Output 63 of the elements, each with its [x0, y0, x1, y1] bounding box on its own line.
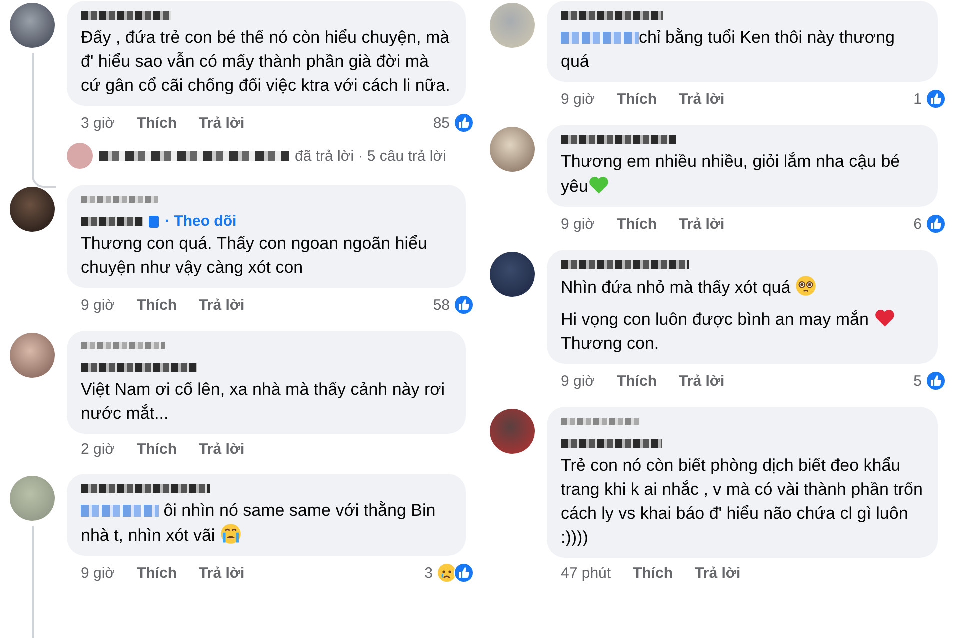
avatar[interactable] — [10, 187, 55, 232]
comment-text: Việt Nam ơi cố lên, xa nhà mà thấy cảnh này rơi nước mắt... — [81, 380, 446, 423]
follow-link[interactable]: · Theo dõi — [165, 213, 237, 230]
like-link[interactable]: Thích — [617, 90, 658, 108]
comment-time[interactable]: 9 giờ — [561, 90, 596, 108]
reply-link[interactable]: Trả lời — [679, 372, 725, 390]
reply-link[interactable]: Trả lời — [679, 216, 725, 232]
comment-text: Đấy , đứa trẻ con bé thế nó còn hiểu chuyện, mà đ' hiểu sao vẫn có mấy thành phần già đời mà cứ gân cổ cãi chống đối việc ktra với cách li nữa. — [81, 28, 450, 95]
avatar[interactable] — [10, 3, 55, 48]
reply-link[interactable]: Trả lời — [199, 296, 245, 314]
comment-time[interactable]: 9 giờ — [561, 372, 596, 390]
blurred-name[interactable] — [99, 151, 289, 161]
comment-time[interactable]: 3 giờ — [81, 114, 116, 132]
comment-text: Thương con quá. Thấy con ngoan ngoãn hiểu chuyện như vậy càng xót con — [81, 234, 428, 277]
comment-text: Trẻ con nó còn biết phòng dịch biết đeo khẩu trang khi k ai nhắc , v mà có vài thành phần trốn cách ly vs khai báo đ' hiểu não chứa cl gì luôn :)))) — [561, 456, 923, 547]
replies-link[interactable]: đã trả lời · 5 câu trả lời — [295, 148, 446, 164]
blurred-name[interactable] — [81, 217, 143, 226]
like-link[interactable]: Thích — [617, 372, 658, 390]
comment-time[interactable]: 9 giờ — [561, 216, 596, 232]
reaction-count[interactable]: 58 — [433, 296, 450, 314]
reaction-count[interactable]: 5 — [914, 372, 922, 390]
avatar[interactable] — [490, 409, 535, 454]
comment-time[interactable]: 47 phút — [561, 565, 612, 582]
comment-time[interactable]: 9 giờ — [81, 564, 116, 582]
comment-text: ôi nhìn nó same same với thằng Bin nhà t, nhìn xót vãi — [81, 501, 436, 545]
reaction-count[interactable]: 85 — [433, 114, 450, 132]
blurred-name[interactable] — [561, 135, 676, 144]
blurred-name[interactable] — [81, 11, 171, 20]
like-reaction-icon — [454, 113, 474, 133]
like-link[interactable]: Thích — [633, 565, 674, 582]
crying-face-icon — [220, 523, 242, 545]
comment-time[interactable]: 9 giờ — [81, 296, 116, 314]
blurred-name[interactable] — [81, 484, 210, 493]
like-reaction-icon — [454, 295, 474, 315]
reaction-count[interactable]: 6 — [914, 216, 922, 232]
comment-text: chỉ bằng tuổi Ken thôi này thương quá — [561, 28, 895, 71]
comment-text: Hi vọng con luôn được bình an may mắn Thương con. — [561, 310, 896, 353]
reply-link[interactable]: Trả lời — [695, 565, 741, 582]
like-link[interactable]: Thích — [137, 564, 178, 582]
like-reaction-icon — [926, 371, 946, 391]
comment-text: Thương em nhiều nhiều, giỏi lắm nha cậu bé yêu — [561, 152, 900, 196]
reaction-count[interactable]: 1 — [914, 90, 922, 108]
like-link[interactable]: Thích — [137, 296, 178, 314]
blurred-name[interactable] — [561, 260, 689, 269]
reply-link[interactable]: Trả lời — [199, 441, 245, 458]
like-reaction-icon — [454, 563, 474, 583]
like-link[interactable]: Thích — [617, 216, 658, 232]
like-reaction-icon — [926, 214, 946, 234]
pleading-face-icon — [795, 275, 818, 297]
reply-link[interactable]: Trả lời — [199, 564, 245, 582]
blurred-name[interactable] — [561, 439, 662, 448]
fan-badge-icon — [149, 216, 159, 228]
reply-link[interactable]: Trả lời — [199, 114, 245, 132]
reply-link[interactable]: Trả lời — [679, 90, 725, 108]
blurred-name[interactable] — [81, 363, 197, 372]
avatar[interactable] — [490, 252, 535, 297]
comment-time[interactable]: 2 giờ — [81, 441, 116, 458]
comment-text: Nhìn đứa nhỏ mà thấy xót quá — [561, 278, 818, 297]
reaction-count[interactable]: 3 — [424, 564, 433, 582]
like-link[interactable]: Thích — [137, 114, 178, 132]
like-reaction-icon — [926, 89, 946, 109]
blurred-name[interactable] — [561, 11, 663, 20]
like-link[interactable]: Thích — [137, 441, 178, 458]
